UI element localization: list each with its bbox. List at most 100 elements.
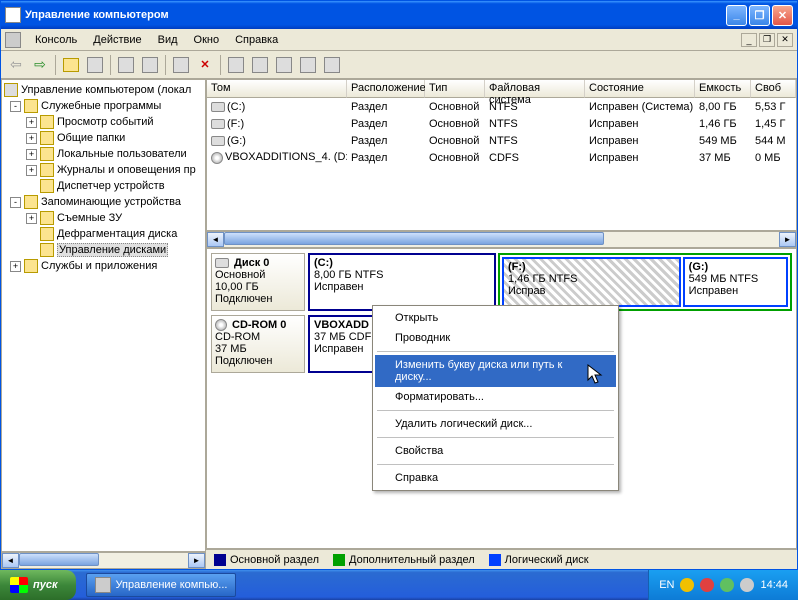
volume-row[interactable]: (G:)РазделОсновнойNTFSИсправен549 МБ544 … xyxy=(207,132,796,149)
child-restore-button[interactable]: ❐ xyxy=(759,33,775,47)
scroll-left-button[interactable]: ◄ xyxy=(207,232,224,247)
show-hide-button[interactable] xyxy=(84,54,106,76)
tray-device-icon[interactable] xyxy=(740,578,754,592)
tool-btn-a[interactable] xyxy=(225,54,247,76)
tree-scrollbar[interactable]: ◄ ► xyxy=(1,552,206,569)
volume-row[interactable]: VBOXADDITIONS_4. (D:)РазделОсновнойCDFSИ… xyxy=(207,149,796,166)
tool-btn-b[interactable] xyxy=(249,54,271,76)
col-status[interactable]: Состояние xyxy=(585,80,695,98)
context-menu: Открыть Проводник Изменить букву диска и… xyxy=(372,305,619,491)
tray-alert-icon[interactable] xyxy=(700,578,714,592)
context-separator xyxy=(377,410,614,411)
export-button[interactable] xyxy=(170,54,192,76)
menu-window[interactable]: Окно xyxy=(186,32,228,48)
forward-button[interactable]: ⇨ xyxy=(29,54,51,76)
menu-help[interactable]: Справка xyxy=(227,32,286,48)
expand-icon[interactable]: + xyxy=(26,149,37,160)
up-button[interactable] xyxy=(60,54,82,76)
collapse-icon[interactable]: - xyxy=(10,197,21,208)
expand-icon[interactable]: + xyxy=(26,133,37,144)
properties-icon xyxy=(118,57,134,73)
scroll-right-button[interactable]: ► xyxy=(188,553,205,568)
tree-events[interactable]: +Просмотр событий xyxy=(4,114,203,130)
scroll-left-button[interactable]: ◄ xyxy=(2,553,19,568)
tree-removable[interactable]: +Съемные ЗУ xyxy=(4,210,203,226)
child-minimize-button[interactable]: _ xyxy=(741,33,757,47)
partition-f[interactable]: (F:) 1,46 ГБ NTFS Исправ xyxy=(502,257,681,307)
tree-users[interactable]: +Локальные пользователи xyxy=(4,146,203,162)
col-type[interactable]: Тип xyxy=(425,80,485,98)
expand-icon[interactable]: + xyxy=(26,117,37,128)
scroll-thumb[interactable] xyxy=(224,232,604,245)
tray-status-icon[interactable] xyxy=(720,578,734,592)
disk-row-0[interactable]: Диск 0 Основной 10,00 ГБ Подключен (C:) … xyxy=(211,253,792,311)
tree-panel[interactable]: Управление компьютером (локал -Служебные… xyxy=(1,79,206,552)
tree-root[interactable]: Управление компьютером (локал xyxy=(4,82,203,98)
tray-shield-icon[interactable] xyxy=(680,578,694,592)
tool-btn-c[interactable] xyxy=(273,54,295,76)
menu-console[interactable]: Консоль xyxy=(27,32,85,48)
properties-button[interactable] xyxy=(115,54,137,76)
close-button[interactable]: ✕ xyxy=(772,5,793,26)
col-layout[interactable]: Расположение xyxy=(347,80,425,98)
col-fs[interactable]: Файловая система xyxy=(485,80,585,98)
clock[interactable]: 14:44 xyxy=(760,579,788,591)
tree-util[interactable]: -Служебные программы xyxy=(4,98,203,114)
volume-list-scrollbar[interactable]: ◄ ► xyxy=(206,231,797,248)
col-cap[interactable]: Емкость xyxy=(695,80,751,98)
tree-services[interactable]: +Службы и приложения xyxy=(4,258,203,274)
titlebar[interactable]: Управление компьютером _ ❐ ✕ xyxy=(1,1,797,29)
panel-icon xyxy=(87,57,103,73)
expand-icon[interactable]: + xyxy=(26,213,37,224)
ctx-format[interactable]: Форматировать... xyxy=(375,387,616,407)
tree-defrag[interactable]: Дефрагментация диска xyxy=(4,226,203,242)
extended-partition[interactable]: (F:) 1,46 ГБ NTFS Исправ (G:) 549 МБ NTF… xyxy=(498,253,792,311)
refresh-button[interactable] xyxy=(139,54,161,76)
start-button[interactable]: пуск xyxy=(0,570,76,600)
language-indicator[interactable]: EN xyxy=(659,579,674,591)
maximize-button[interactable]: ❐ xyxy=(749,5,770,26)
tree-logs[interactable]: +Журналы и оповещения пр xyxy=(4,162,203,178)
partition-g[interactable]: (G:) 549 МБ NTFS Исправен xyxy=(683,257,788,307)
tree-devmgr[interactable]: Диспетчер устройств xyxy=(4,178,203,194)
ctx-delete[interactable]: Удалить логический диск... xyxy=(375,414,616,434)
volume-list[interactable]: Том Расположение Тип Файловая система Со… xyxy=(206,79,797,231)
system-tray[interactable]: EN 14:44 xyxy=(648,570,798,600)
menu-view[interactable]: Вид xyxy=(150,32,186,48)
partition-c[interactable]: (C:) 8,00 ГБ NTFS Исправен xyxy=(308,253,496,311)
delete-button[interactable]: ✕ xyxy=(194,54,216,76)
cdrom-0-info[interactable]: CD-ROM 0 CD-ROM 37 МБ Подключен xyxy=(211,315,305,373)
disk-mgmt-icon xyxy=(40,243,54,257)
col-vol[interactable]: Том xyxy=(207,80,347,98)
ctx-open[interactable]: Открыть xyxy=(375,308,616,328)
volume-row[interactable]: (F:)РазделОсновнойNTFSИсправен1,46 ГБ1,4… xyxy=(207,115,796,132)
disk-0-info[interactable]: Диск 0 Основной 10,00 ГБ Подключен xyxy=(211,253,305,311)
ctx-change-letter[interactable]: Изменить букву диска или путь к диску... xyxy=(375,355,616,387)
windows-flag-icon xyxy=(10,577,28,593)
col-free[interactable]: Своб xyxy=(751,80,796,98)
back-button[interactable]: ⇦ xyxy=(5,54,27,76)
tree-storage[interactable]: -Запоминающие устройства xyxy=(4,194,203,210)
expand-icon[interactable]: + xyxy=(10,261,21,272)
ctx-explore[interactable]: Проводник xyxy=(375,328,616,348)
collapse-icon[interactable]: - xyxy=(10,101,21,112)
help-button[interactable] xyxy=(321,54,343,76)
minimize-button[interactable]: _ xyxy=(726,5,747,26)
tree-diskmgmt[interactable]: Управление дисками xyxy=(4,242,203,258)
child-close-button[interactable]: ✕ xyxy=(777,33,793,47)
volume-row[interactable]: (C:)РазделОсновнойNTFSИсправен (Система)… xyxy=(207,98,796,115)
ctx-properties[interactable]: Свойства xyxy=(375,441,616,461)
taskbar-item[interactable]: Управление компью... xyxy=(86,573,237,597)
scroll-right-button[interactable]: ► xyxy=(779,232,796,247)
ctx-help[interactable]: Справка xyxy=(375,468,616,488)
legend: Основной раздел Дополнительный раздел Ло… xyxy=(206,549,797,569)
tool-btn-d[interactable] xyxy=(297,54,319,76)
partition-cd[interactable]: VBOXADD 37 МБ CDF Исправен xyxy=(308,315,378,373)
help-icon xyxy=(324,57,340,73)
scroll-thumb[interactable] xyxy=(19,553,99,566)
tree-shared[interactable]: +Общие папки xyxy=(4,130,203,146)
expand-icon[interactable]: + xyxy=(26,165,37,176)
generic-icon xyxy=(276,57,292,73)
removable-icon xyxy=(40,211,54,225)
menu-action[interactable]: Действие xyxy=(85,32,149,48)
